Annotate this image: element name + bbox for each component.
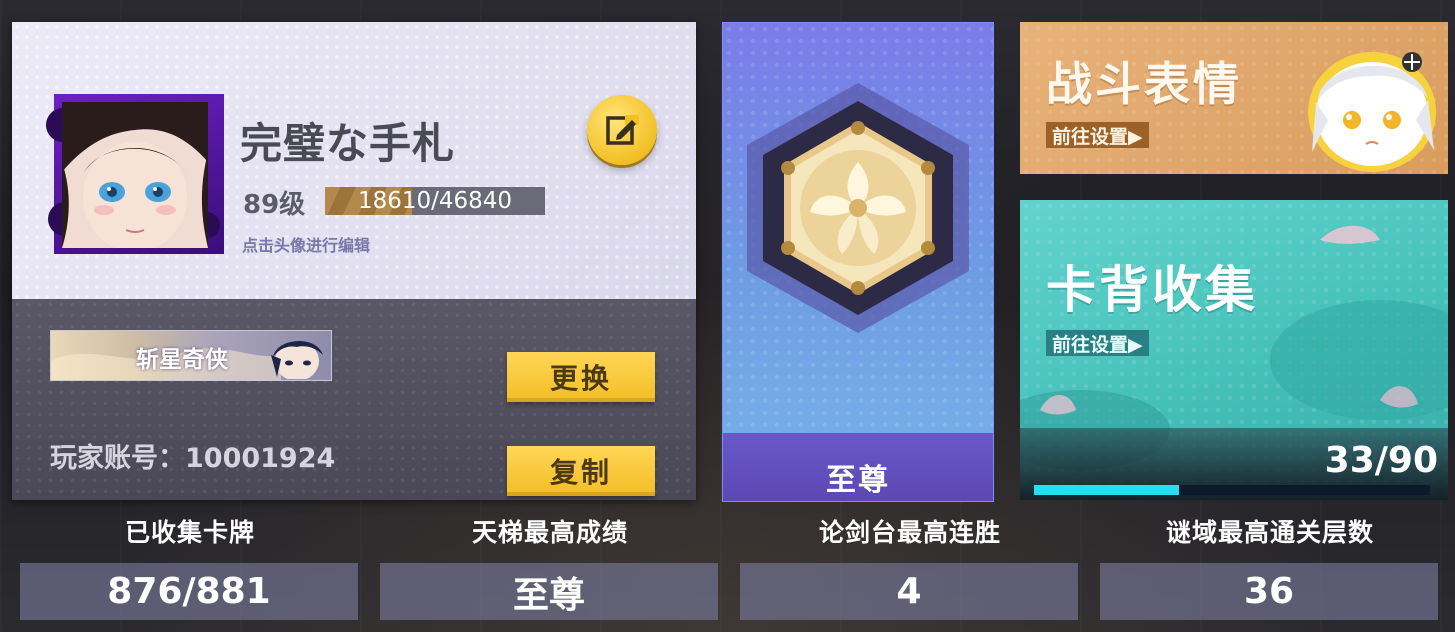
battle-emote-title: 战斗表情 bbox=[1046, 57, 1242, 111]
change-title-button[interactable]: 更换 bbox=[507, 352, 655, 402]
title-badge-character bbox=[271, 340, 323, 379]
emote-character bbox=[1308, 52, 1436, 172]
profile-details: 斩星奇侠 更换 玩家账号：10001924 复制 bbox=[12, 299, 696, 500]
cardback-count: 33/90 bbox=[1324, 440, 1438, 481]
profile-header: 完璧な手札 89级 18610/46840 点击头像进行编辑 bbox=[12, 22, 696, 299]
xp-progress-bar: 18610/46840 bbox=[325, 187, 545, 215]
battle-emote-goto-link[interactable]: 前往设置▶ bbox=[1046, 122, 1149, 148]
stat-value-arena-streak: 4 bbox=[740, 563, 1078, 620]
cardback-collection-card[interactable]: 卡背收集 前往设置▶ 33/90 bbox=[1020, 200, 1448, 500]
avatar-edit-hint: 点击头像进行编辑 bbox=[242, 236, 371, 255]
rank-card[interactable]: 至尊 bbox=[722, 22, 994, 502]
rank-label: 至尊 bbox=[826, 463, 890, 498]
stat-label-ladder-best: 天梯最高成绩 bbox=[471, 518, 628, 547]
cardback-progress-fill bbox=[1034, 485, 1180, 495]
avatar-image bbox=[62, 102, 208, 248]
stat-label-mystery-floor: 谜域最高通关层数 bbox=[1165, 518, 1374, 547]
rank-label-bar: 至尊 bbox=[723, 433, 993, 501]
edit-icon bbox=[606, 115, 639, 145]
avatar[interactable] bbox=[46, 94, 224, 254]
xp-progress-text: 18610/46840 bbox=[357, 188, 513, 214]
stat-label-cards-collected: 已收集卡牌 bbox=[124, 518, 255, 547]
rank-emblem bbox=[747, 83, 969, 333]
stat-value-ladder-best: 至尊 bbox=[380, 563, 718, 620]
player-level: 89级 bbox=[243, 190, 306, 220]
copy-account-button[interactable]: 复制 bbox=[507, 446, 655, 496]
stat-value-cards-collected: 876/881 bbox=[20, 563, 358, 620]
edit-profile-button[interactable] bbox=[587, 95, 657, 165]
cardback-goto-link[interactable]: 前往设置▶ bbox=[1046, 330, 1149, 356]
title-badge-label: 斩星奇侠 bbox=[136, 347, 228, 373]
stat-value-mystery-floor: 36 bbox=[1100, 563, 1438, 620]
title-badge: 斩星奇侠 bbox=[50, 330, 332, 381]
profile-card: 完璧な手札 89级 18610/46840 点击头像进行编辑 斩星奇侠 更换 玩… bbox=[12, 22, 696, 500]
stat-label-arena-streak: 论剑台最高连胜 bbox=[818, 518, 1001, 547]
player-name: 完璧な手札 bbox=[240, 119, 456, 168]
account-id: 玩家账号：10001924 bbox=[50, 443, 336, 474]
cardback-collection-title: 卡背收集 bbox=[1046, 261, 1258, 319]
cardback-progress-bar bbox=[1034, 485, 1430, 495]
battle-emote-card[interactable]: 战斗表情 前往设置▶ bbox=[1020, 22, 1448, 174]
